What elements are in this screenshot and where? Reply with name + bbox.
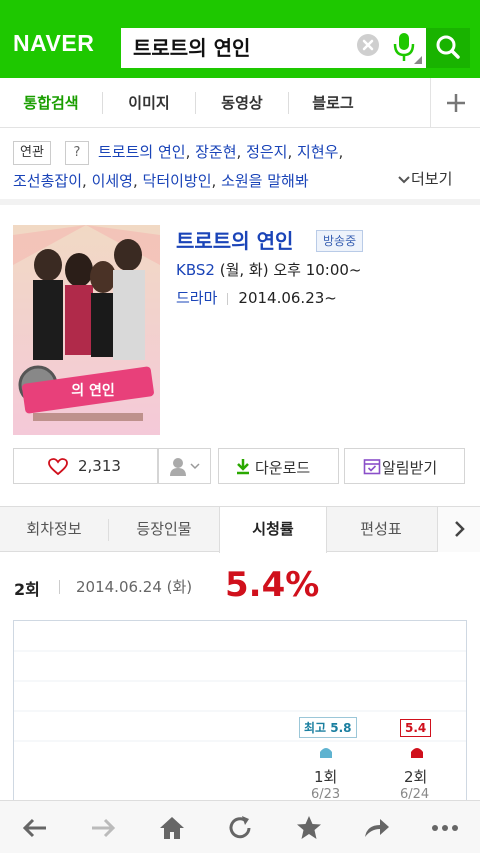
start-date: 2014.06.23~ <box>238 289 337 307</box>
more-label: 더보기 <box>411 170 453 188</box>
search-tabs: 통합검색 이미지 동영상 블로그 <box>0 78 480 128</box>
more-options-icon[interactable] <box>430 813 460 843</box>
poster-title-text: 의 연인 <box>71 382 115 399</box>
next-tab-button[interactable] <box>437 507 480 552</box>
chevron-down-icon <box>398 175 410 183</box>
search-button[interactable] <box>426 28 470 68</box>
related-item[interactable]: 조선총잡이 <box>13 172 82 190</box>
bookmark-star-icon[interactable] <box>294 813 324 843</box>
tab-integrated[interactable]: 통합검색 <box>0 78 102 128</box>
naver-header: NAVER 트로트의 연인 <box>0 0 480 78</box>
tab-ratings[interactable]: 시청률 <box>219 507 327 553</box>
back-icon[interactable] <box>20 813 50 843</box>
heart-icon <box>48 458 68 476</box>
ratings-chart: 최고 5.8 5.4 1회 2회 6/23 6/24 <box>13 620 467 820</box>
search-input[interactable]: 트로트의 연인 <box>133 32 250 61</box>
rating-value: 5.4% <box>225 565 320 605</box>
alarm-label: 알림받기 <box>382 459 438 477</box>
alarm-button[interactable]: 알림받기 <box>344 448 465 484</box>
clear-icon[interactable] <box>357 34 379 56</box>
naver-logo[interactable]: NAVER <box>13 30 94 57</box>
related-item[interactable]: 장준현 <box>195 143 236 161</box>
current-rating-label: 5.4 <box>400 719 432 737</box>
episode-2-label: 2회 <box>404 768 428 786</box>
related-item[interactable]: 닥터이방인 <box>143 172 212 190</box>
tab-episode-info[interactable]: 회차정보 <box>0 507 108 552</box>
related-item[interactable]: 지현우 <box>297 143 338 161</box>
like-count: 2,313 <box>78 457 121 475</box>
refresh-icon[interactable] <box>225 813 255 843</box>
tab-blog[interactable]: 블로그 <box>289 78 377 128</box>
related-item[interactable]: 트로트의 연인 <box>98 143 186 161</box>
program-subtabs: 회차정보 등장인물 시청률 편성표 <box>0 506 480 553</box>
like-button[interactable]: 2,313 <box>13 448 158 484</box>
add-tab-button[interactable] <box>430 78 480 128</box>
browser-toolbar <box>0 800 480 853</box>
genre-info: 드라마 2014.06.23~ <box>176 287 337 308</box>
calendar-check-icon <box>363 459 381 475</box>
episode-number: 2회 <box>14 580 40 599</box>
download-icon <box>237 459 249 475</box>
person-icon <box>170 458 200 476</box>
tab-videos[interactable]: 동영상 <box>196 78 288 128</box>
related-item[interactable]: 소원을 말해봐 <box>221 172 309 190</box>
search-box[interactable]: 트로트의 연인 <box>121 28 426 68</box>
max-rating-label: 최고 5.8 <box>299 717 357 738</box>
plus-icon <box>447 94 465 112</box>
related-searches: 연관 ? 트로트의 연인, 장준현, 정은지, 지현우, 조선총잡이, 이세영,… <box>0 129 480 205</box>
channel-link[interactable]: KBS2 <box>176 261 215 279</box>
genre-link[interactable]: 드라마 <box>176 289 217 307</box>
forward-icon[interactable] <box>88 813 118 843</box>
related-line-2: 조선총잡이, 이세영, 닥터이방인, 소원을 말해봐 <box>13 172 309 190</box>
broadcast-info: KBS2 (월, 화) 오후 10:00~ <box>176 259 362 280</box>
episode-2-marker <box>411 748 423 758</box>
more-button[interactable]: 더보기 <box>397 168 452 189</box>
episode-1-marker <box>320 748 332 758</box>
download-button[interactable]: 다운로드 <box>218 448 339 484</box>
chart-grid <box>14 650 466 742</box>
share-icon[interactable] <box>362 813 392 843</box>
divider <box>59 580 60 594</box>
help-button[interactable]: ? <box>65 141 89 165</box>
related-badge: 연관 <box>13 141 51 165</box>
episode-1-label: 1회 <box>314 768 338 786</box>
tab-schedule[interactable]: 편성표 <box>327 507 435 552</box>
tab-cast[interactable]: 등장인물 <box>109 507 219 552</box>
home-icon[interactable] <box>157 813 187 843</box>
related-item[interactable]: 정은지 <box>246 143 287 161</box>
schedule-text: (월, 화) 오후 10:00~ <box>219 261 362 279</box>
related-line-1: 트로트의 연인, 장준현, 정은지, 지현우, <box>98 143 344 161</box>
search-icon <box>436 35 460 59</box>
chevron-right-icon <box>455 521 465 537</box>
episode-date: 2014.06.24 (화) <box>76 578 193 596</box>
tab-images[interactable]: 이미지 <box>103 78 195 128</box>
program-poster[interactable]: 의 연인 <box>13 225 160 435</box>
download-label: 다운로드 <box>255 459 311 477</box>
program-title[interactable]: 트로트의 연인 <box>176 225 293 254</box>
related-item[interactable]: 이세영 <box>92 172 133 190</box>
on-air-badge: 방송중 <box>316 230 364 252</box>
share-person-button[interactable] <box>158 448 211 484</box>
